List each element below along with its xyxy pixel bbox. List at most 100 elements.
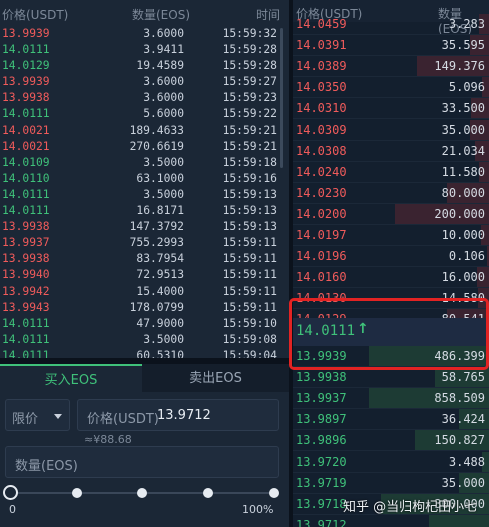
trade-row: 13.9943 178.0799 15:59:11: [0, 300, 289, 316]
ask-row[interactable]: 14.0160 16.000: [293, 267, 489, 289]
trade-row: 14.0111 60.5310 15:59:04: [0, 348, 289, 358]
trade-qty: 270.6619: [129, 139, 184, 153]
bid-qty: 858.509: [434, 391, 485, 406]
bid-qty: 58.765: [441, 370, 485, 385]
ask-price: 14.0309: [296, 122, 347, 137]
trade-price: 14.0111: [2, 332, 50, 346]
trade-time: 15:59:04: [222, 348, 277, 358]
slider-stop-50[interactable]: [137, 488, 147, 498]
trade-price: 13.9939: [2, 27, 50, 40]
ask-qty: 33.500: [441, 101, 485, 116]
quantity-placeholder: 数量(EOS): [15, 459, 78, 474]
trade-price: 14.0111: [2, 187, 50, 201]
trade-price: 13.9940: [2, 268, 50, 282]
bid-row[interactable]: 13.9897 36.424: [293, 409, 489, 431]
ask-qty: 3.283: [448, 17, 485, 31]
bid-row[interactable]: 13.9938 58.765: [293, 367, 489, 389]
trade-price: 14.0111: [2, 43, 50, 57]
ask-qty: 200.000: [434, 206, 485, 221]
ask-row[interactable]: 14.0310 33.500: [293, 98, 489, 120]
trade-qty: 72.9513: [136, 268, 184, 282]
bid-row[interactable]: 13.9937 858.509: [293, 388, 489, 410]
trade-tabs: 买入EOS 卖出EOS: [0, 364, 289, 392]
bid-qty: 150.827: [434, 433, 485, 448]
ask-row[interactable]: 14.0197 10.000: [293, 225, 489, 246]
trade-row: 13.9940 72.9513 15:59:11: [0, 267, 289, 283]
trade-price: 14.0111: [2, 107, 50, 121]
trade-qty: 16.8171: [136, 204, 184, 218]
ask-row[interactable]: 14.0350 5.096: [293, 77, 489, 99]
watermark: 知乎 @当归枸杞田小七: [343, 500, 478, 515]
trade-row: 14.0111 5.6000 15:59:22: [0, 106, 289, 122]
ask-row[interactable]: 14.0309 35.000: [293, 119, 489, 141]
slider-stop-75[interactable]: [203, 488, 213, 498]
ask-row[interactable]: 14.0308 21.034: [293, 140, 489, 162]
trade-row: 13.9938 3.6000 15:59:23: [0, 90, 289, 106]
ask-qty: 11.580: [441, 164, 485, 179]
trade-time: 15:59:11: [222, 268, 277, 282]
trade-price: 14.0109: [2, 155, 50, 169]
ask-row[interactable]: 14.0230 80.000: [293, 182, 489, 204]
trades-scrollbar[interactable]: [280, 28, 283, 168]
trade-price: 14.0111: [2, 348, 50, 358]
trade-qty: 147.3792: [129, 220, 184, 234]
order-type-select[interactable]: 限价: [5, 399, 70, 431]
price-approx-cny: ≈¥88.68: [84, 433, 132, 446]
trade-qty: 63.1000: [136, 171, 184, 185]
bid-row[interactable]: 13.9720 3.488: [293, 451, 489, 473]
trade-time: 15:59:32: [222, 27, 277, 40]
trade-price: 13.9937: [2, 236, 50, 250]
trade-qty: 3.6000: [143, 27, 184, 40]
price-input[interactable]: 价格(USDT) 13.9712: [77, 399, 279, 431]
ask-row[interactable]: 14.0240 11.580: [293, 161, 489, 183]
order-book: 价格(USDT) 数量(EOS) 14.0459 3.283 14.0391 35.5…: [293, 0, 489, 527]
bid-row[interactable]: 13.9719 35.000: [293, 472, 489, 494]
trade-row: 13.9942 15.4000 15:59:11: [0, 284, 289, 300]
bid-price: 13.9937: [296, 391, 347, 406]
tab-sell[interactable]: 卖出EOS: [142, 364, 289, 392]
trade-price: 14.0021: [2, 139, 50, 153]
tab-buy[interactable]: 买入EOS: [0, 364, 142, 392]
slider-stop-100[interactable]: [269, 488, 279, 498]
quantity-input[interactable]: 数量(EOS): [5, 446, 279, 478]
ask-price: 14.0200: [296, 206, 347, 221]
ask-price: 14.0196: [296, 249, 347, 264]
trade-row: 13.9938 83.7954 15:59:11: [0, 251, 289, 267]
order-type-label: 限价: [12, 412, 39, 427]
trade-time: 15:59:21: [222, 139, 277, 153]
chevron-down-icon: [54, 414, 62, 419]
trade-time: 15:59:13: [222, 187, 277, 201]
recent-trades-list[interactable]: 13.9939 3.6000 15:59:32 14.0111 3.9411 15:59:…: [0, 26, 289, 358]
bid-row[interactable]: 13.9712: [293, 514, 489, 527]
trade-price: 13.9942: [2, 284, 50, 298]
price-input-label: 价格(USDT): [87, 412, 159, 427]
trade-qty: 3.6000: [143, 91, 184, 105]
ask-row[interactable]: 14.0200 200.000: [293, 203, 489, 225]
ask-row[interactable]: 14.0196 0.106: [293, 246, 489, 268]
slider-handle[interactable]: [3, 485, 18, 500]
slider-stop-25[interactable]: [72, 488, 82, 498]
trade-time: 15:59:11: [222, 284, 277, 298]
trade-row: 14.0109 3.5000 15:59:18: [0, 155, 289, 171]
trade-price: 13.9943: [2, 300, 50, 314]
trade-time: 15:59:23: [222, 91, 277, 105]
bid-price: 13.9896: [296, 433, 347, 448]
trade-price: 13.9938: [2, 91, 50, 105]
ask-price: 14.0350: [296, 80, 347, 95]
ask-price: 14.0240: [296, 164, 347, 179]
ask-row[interactable]: 14.0389 149.376: [293, 56, 489, 78]
trade-price: 13.9939: [2, 75, 50, 89]
trade-qty: 755.2993: [129, 236, 184, 250]
ask-row[interactable]: 14.0391 35.595: [293, 35, 489, 57]
trade-price: 14.0129: [2, 59, 50, 73]
trades-header-price: 价格(USDT): [2, 8, 69, 22]
ask-qty: 5.096: [448, 80, 485, 95]
trade-row: 13.9939 3.6000 15:59:32: [0, 26, 289, 42]
trades-header-qty: 数量(EOS): [132, 8, 191, 22]
ask-row[interactable]: 14.0459 3.283: [293, 14, 489, 35]
trade-qty: 3.5000: [143, 187, 184, 201]
trade-price: 14.0111: [2, 316, 50, 330]
bid-row[interactable]: 13.9896 150.827: [293, 430, 489, 452]
trade-row: 14.0111 47.9000 15:59:10: [0, 316, 289, 332]
trade-qty: 47.9000: [136, 316, 184, 330]
